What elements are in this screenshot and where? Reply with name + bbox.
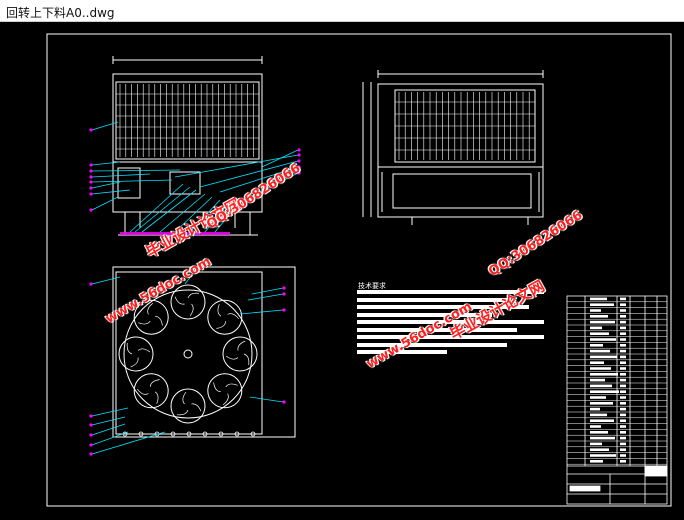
parts-list-table	[566, 295, 668, 505]
window-title: 回转上下料A0..dwg	[6, 6, 115, 20]
drawing-sheet	[46, 33, 672, 507]
side-view	[362, 70, 544, 225]
tech-requirements-title: 技术要求	[358, 282, 386, 290]
cad-canvas[interactable]: 技术要求 毕业设计论文网 QQ:306826066 www.56doc.com …	[0, 22, 684, 520]
window-titlebar: 回转上下料A0..dwg	[0, 0, 684, 22]
